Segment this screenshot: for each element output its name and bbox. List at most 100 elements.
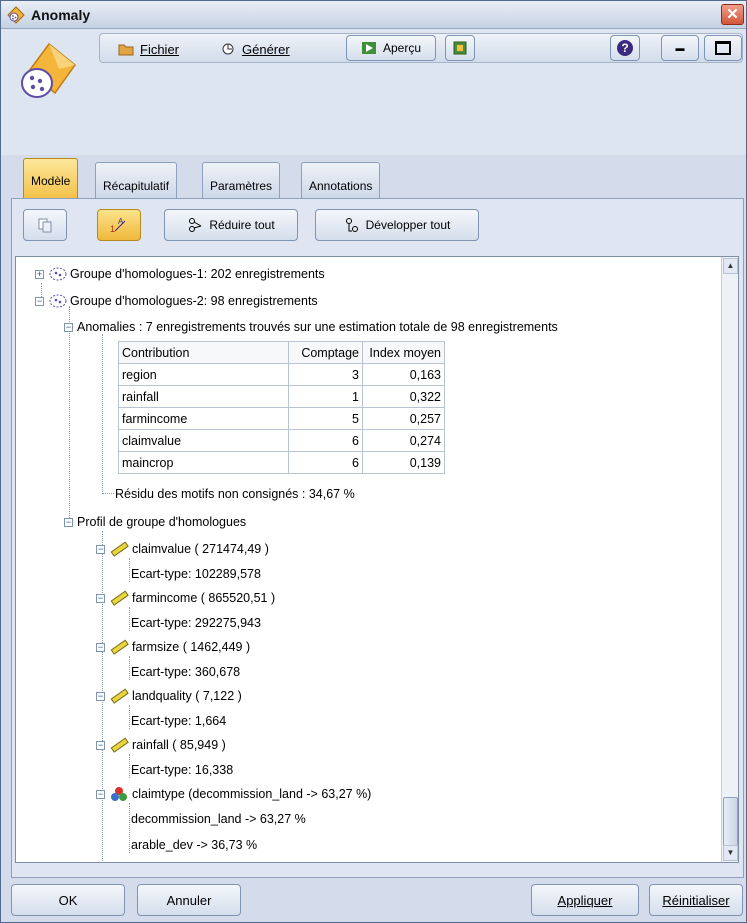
vertical-scrollbar[interactable]: ▲ ▼ — [721, 257, 738, 862]
collapse-icon[interactable]: − — [96, 642, 105, 652]
field-label: landquality ( 7,122 ) — [132, 689, 242, 703]
tab-annotations[interactable]: Annotations — [301, 162, 381, 198]
tree-line — [129, 558, 130, 582]
tree-line — [69, 306, 70, 526]
tree-node-field[interactable]: − farmincome ( 865520,51 ) — [96, 589, 275, 607]
category-label: decommission_land -> 63,27 % — [131, 812, 306, 826]
scroll-thumb[interactable] — [723, 797, 738, 847]
scroll-up-icon[interactable]: ▲ — [723, 258, 738, 274]
continuous-ruler-icon — [110, 639, 129, 655]
column-header: Comptage — [288, 341, 363, 364]
copy-button[interactable] — [23, 209, 67, 241]
tree-node-group1[interactable]: + Groupe d'homologues-1: 202 enregistrem… — [35, 265, 325, 283]
anomaly-table: Contribution Comptage Index moyen region… — [118, 341, 445, 474]
expand-all-button[interactable]: Développer tout — [315, 209, 479, 241]
tree-line — [129, 705, 130, 729]
help-button[interactable]: ? — [610, 35, 640, 61]
field-label: farmincome ( 865520,51 ) — [132, 591, 276, 605]
collapse-icon[interactable]: − — [35, 296, 44, 306]
collapse-icon[interactable]: − — [96, 740, 105, 750]
tree-node-anomalies[interactable]: − Anomalies : 7 enregistrements trouvés … — [64, 318, 558, 336]
close-button[interactable]: ✕ — [721, 4, 744, 25]
tree-node-group2[interactable]: − Groupe d'homologues-2: 98 enregistreme… — [35, 292, 318, 310]
collapse-icon[interactable]: − — [96, 691, 105, 701]
window-title: Anomaly — [31, 7, 91, 23]
cancel-button[interactable]: Annuler — [137, 884, 241, 916]
collapse-all-label: Réduire tout — [209, 218, 275, 232]
expand-icon[interactable]: + — [35, 269, 44, 279]
ok-label: OK — [58, 892, 78, 908]
help-icon: ? — [617, 40, 633, 56]
ok-button[interactable]: OK — [11, 884, 125, 916]
residual-label: Résidu des motifs non consignés : 34,67 … — [115, 487, 355, 501]
tree-node-profile[interactable]: − Profil de groupe d'homologues — [64, 513, 246, 531]
tree-node-sd: Ecart-type: 360,678 — [131, 663, 240, 681]
tree-node-sd: Ecart-type: 16,338 — [131, 761, 233, 779]
tree-line — [129, 607, 130, 631]
cluster-icon — [49, 267, 67, 281]
cancel-label: Annuler — [166, 892, 212, 908]
title-bar[interactable]: Anomaly ✕ — [1, 1, 746, 29]
table-row: rainfall 1 0,322 — [118, 385, 445, 408]
table-row: claimvalue 6 0,274 — [118, 429, 445, 452]
sd-label: Ecart-type: 16,338 — [131, 763, 234, 777]
sd-label: Ecart-type: 292275,943 — [131, 616, 261, 630]
tree-node-residual: Résidu des motifs non consignés : 34,67 … — [115, 485, 355, 503]
sort-button[interactable]: 1 A — [97, 209, 141, 241]
tree-node-field[interactable]: − landquality ( 7,122 ) — [96, 687, 242, 705]
sd-label: Ecart-type: 360,678 — [131, 665, 241, 679]
tab-annotations-label: Annotations — [309, 178, 373, 193]
preview-icon — [361, 42, 376, 54]
minimize-button[interactable]: ▬ — [661, 35, 699, 61]
export-button[interactable] — [445, 35, 475, 61]
menu-generer[interactable]: Générer — [220, 40, 290, 58]
table-cell: claimvalue — [118, 429, 289, 452]
generate-icon — [222, 43, 234, 55]
tree-line — [129, 754, 130, 778]
tab-parametres-label: Paramètres — [210, 178, 273, 193]
table-cell: rainfall — [118, 385, 289, 408]
maximize-button[interactable] — [704, 35, 742, 61]
anomalies-label: Anomalies : 7 enregistrements trouvés su… — [77, 320, 558, 334]
table-row: maincrop 6 0,139 — [118, 451, 445, 474]
table-row: region 3 0,163 — [118, 363, 445, 386]
category-label: arable_dev -> 36,73 % — [131, 838, 258, 852]
scroll-down-icon[interactable]: ▼ — [723, 845, 738, 861]
collapse-icon[interactable]: − — [64, 322, 73, 332]
collapse-icon[interactable]: − — [96, 544, 105, 554]
group2-label: Groupe d'homologues-2: 98 enregistrement… — [70, 294, 318, 308]
collapse-icon[interactable]: − — [96, 593, 105, 603]
tab-parametres[interactable]: Paramètres — [202, 162, 281, 198]
apercu-button[interactable]: Aperçu — [346, 35, 436, 61]
tree-node-field[interactable]: − rainfall ( 85,949 ) — [96, 736, 226, 754]
group1-label: Groupe d'homologues-1: 202 enregistremen… — [70, 267, 325, 281]
collapse-icon[interactable]: − — [64, 517, 73, 527]
maximize-icon — [715, 41, 731, 55]
expand-icon — [345, 218, 358, 232]
tree-node-field[interactable]: − farmsize ( 1462,449 ) — [96, 638, 250, 656]
table-cell: 0,274 — [362, 429, 445, 452]
collapse-icon[interactable]: − — [96, 789, 105, 799]
tab-recapitulatif-label: Récapitulatif — [103, 178, 170, 193]
collapse-all-button[interactable]: Réduire tout — [164, 209, 298, 241]
continuous-ruler-icon — [110, 590, 129, 606]
field-label: claimvalue ( 271474,49 ) — [132, 542, 269, 556]
tab-recapitulatif[interactable]: Récapitulatif — [95, 162, 178, 198]
tree-node-sd: Ecart-type: 1,664 — [131, 712, 226, 730]
anomaly-window: Anomaly ✕ Fichier Générer Aperçu ? ▬ Mod… — [0, 0, 747, 923]
continuous-ruler-icon — [110, 737, 129, 753]
menu-bar: Fichier Générer Aperçu ? ▬ — [99, 33, 743, 63]
tree-node-field[interactable]: − claimvalue ( 271474,49 ) — [96, 540, 269, 558]
tree-node-claimtype[interactable]: − claimtype (decommission_land -> 63,27 … — [96, 785, 371, 803]
apply-label: Appliquer — [557, 892, 613, 908]
table-cell: maincrop — [118, 451, 289, 474]
tree-node-category: arable_dev -> 36,73 % — [131, 836, 257, 854]
apply-button[interactable]: Appliquer — [531, 884, 639, 916]
reset-button[interactable]: Réinitialiser — [649, 884, 743, 916]
table-row: farmincome 5 0,257 — [118, 407, 445, 430]
tree-node-sd: Ecart-type: 102289,578 — [131, 565, 261, 583]
field-label: rainfall ( 85,949 ) — [132, 738, 226, 752]
column-header: Index moyen — [362, 341, 445, 364]
menu-fichier[interactable]: Fichier — [118, 40, 179, 58]
tab-modele[interactable]: Modèle — [23, 158, 79, 198]
